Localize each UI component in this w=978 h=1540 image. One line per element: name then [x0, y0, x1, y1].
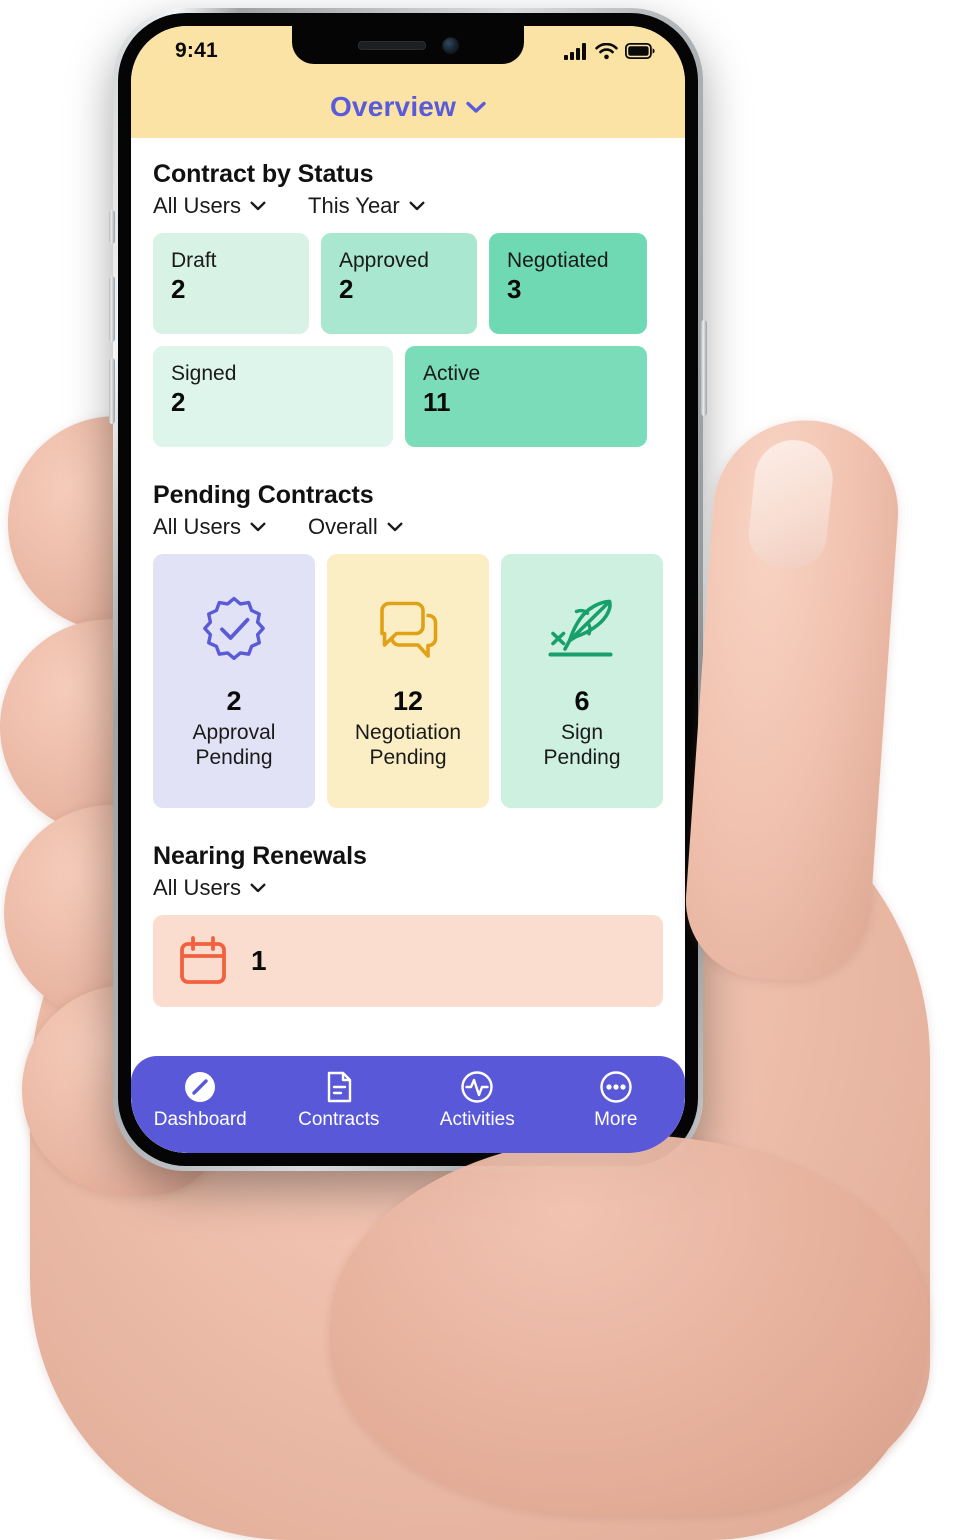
nav-label: Contracts [298, 1109, 380, 1130]
filter-label: Overall [308, 514, 378, 539]
nav-item-activities[interactable]: Activities [417, 1069, 537, 1129]
chevron-down-icon [250, 201, 266, 211]
status-card-approved[interactable]: Approved 2 [321, 233, 477, 334]
pending-card-label: Sign Pending [543, 721, 621, 769]
renewal-value: 1 [251, 945, 267, 976]
status-card-value: 2 [339, 274, 354, 305]
pending-card-value: 2 [226, 686, 242, 717]
battery-icon [625, 43, 655, 59]
notch [292, 26, 524, 64]
pending-card-negotiation[interactable]: 12 Negotiation Pending [327, 554, 489, 808]
filter-scope-pending[interactable]: Overall [308, 514, 403, 540]
chevron-down-icon[interactable] [466, 101, 486, 114]
status-card-value: 11 [423, 387, 451, 418]
pending-contracts-filters: All Users Overall [153, 514, 663, 540]
filter-users-renewals[interactable]: All Users [153, 875, 266, 901]
dashboard-gauge-icon [183, 1069, 217, 1105]
status-card-signed[interactable]: Signed 2 [153, 346, 393, 447]
status-card-active[interactable]: Active 11 [405, 346, 647, 447]
bottom-navigation: Dashboard Contracts Activities More [131, 1056, 685, 1153]
nav-label: Activities [439, 1109, 515, 1130]
app-header: Overview [131, 76, 685, 138]
filter-label: All Users [153, 514, 242, 539]
nearing-renewals-filters: All Users [153, 875, 663, 901]
phone-screen: 9:41 Overview Contract by Status All Use… [131, 26, 685, 1153]
status-card-label: Negotiated [507, 249, 609, 272]
quill-sign-icon [545, 591, 619, 669]
status-card-value: 2 [171, 274, 186, 305]
nav-label: Dashboard [153, 1109, 247, 1130]
document-icon [322, 1069, 356, 1105]
contract-by-status-filters: All Users This Year [153, 193, 663, 219]
status-card-negotiated[interactable]: Negotiated 3 [489, 233, 647, 334]
filter-label: All Users [153, 875, 242, 900]
status-card-label: Signed [171, 362, 237, 385]
chevron-down-icon [409, 201, 425, 211]
page-title: Overview [329, 91, 457, 122]
filter-label: All Users [153, 193, 242, 218]
pending-card-sign[interactable]: 6 Sign Pending [501, 554, 663, 808]
silent-switch-button[interactable] [109, 210, 115, 244]
front-camera-icon [441, 36, 459, 54]
status-card-value: 3 [507, 274, 522, 305]
filter-period-contract-status[interactable]: This Year [308, 193, 425, 219]
chevron-down-icon [250, 883, 266, 893]
status-bar-icons [564, 42, 655, 60]
volume-up-button[interactable] [109, 276, 115, 342]
status-bar-time: 9:41 [175, 39, 218, 62]
pending-card-value: 12 [392, 686, 424, 717]
chat-bubbles-icon [371, 591, 445, 669]
filter-label: This Year [308, 193, 400, 218]
nav-item-contracts[interactable]: Contracts [279, 1069, 399, 1129]
status-card-label: Approved [339, 249, 429, 272]
chevron-down-icon [250, 522, 266, 532]
pending-card-label: Negotiation Pending [354, 721, 462, 769]
power-button[interactable] [701, 320, 707, 416]
nav-item-dashboard[interactable]: Dashboard [140, 1069, 260, 1129]
pending-card-approval[interactable]: 2 Approval Pending [153, 554, 315, 808]
renewal-card[interactable]: 1 [153, 915, 663, 1007]
status-card-row-1: Draft 2 Approved 2 Negotiated 3 [153, 233, 663, 334]
volume-down-button[interactable] [109, 358, 115, 424]
nav-item-more[interactable]: More [556, 1069, 676, 1129]
contract-by-status-title: Contract by Status [153, 160, 374, 188]
pending-card-value: 6 [574, 686, 590, 717]
status-card-label: Draft [171, 249, 217, 272]
filter-users-contract-status[interactable]: All Users [153, 193, 266, 219]
nearing-renewals-title: Nearing Renewals [153, 842, 367, 870]
activity-pulse-icon [460, 1069, 494, 1105]
more-dots-icon [599, 1069, 633, 1105]
hand-palm-front [330, 1135, 930, 1515]
status-card-label: Active [423, 362, 481, 385]
nav-label: More [594, 1109, 638, 1130]
badge-check-icon [197, 591, 271, 669]
scene: 9:41 Overview Contract by Status All Use… [0, 0, 978, 1540]
cellular-signal-icon [564, 42, 586, 60]
dashboard-content: Contract by Status All Users This Year D… [131, 138, 685, 1153]
wifi-icon [595, 42, 618, 59]
filter-users-pending[interactable]: All Users [153, 514, 266, 540]
pending-card-label: Approval Pending [192, 721, 276, 769]
pending-card-row: 2 Approval Pending 12 Negotiation Pending [153, 554, 663, 808]
status-card-value: 2 [171, 387, 186, 418]
status-card-draft[interactable]: Draft 2 [153, 233, 309, 334]
earpiece-speaker-icon [357, 40, 426, 50]
chevron-down-icon [387, 522, 403, 532]
calendar-icon [180, 936, 226, 984]
status-card-row-2: Signed 2 Active 11 [153, 346, 663, 447]
pending-contracts-title: Pending Contracts [153, 481, 374, 509]
